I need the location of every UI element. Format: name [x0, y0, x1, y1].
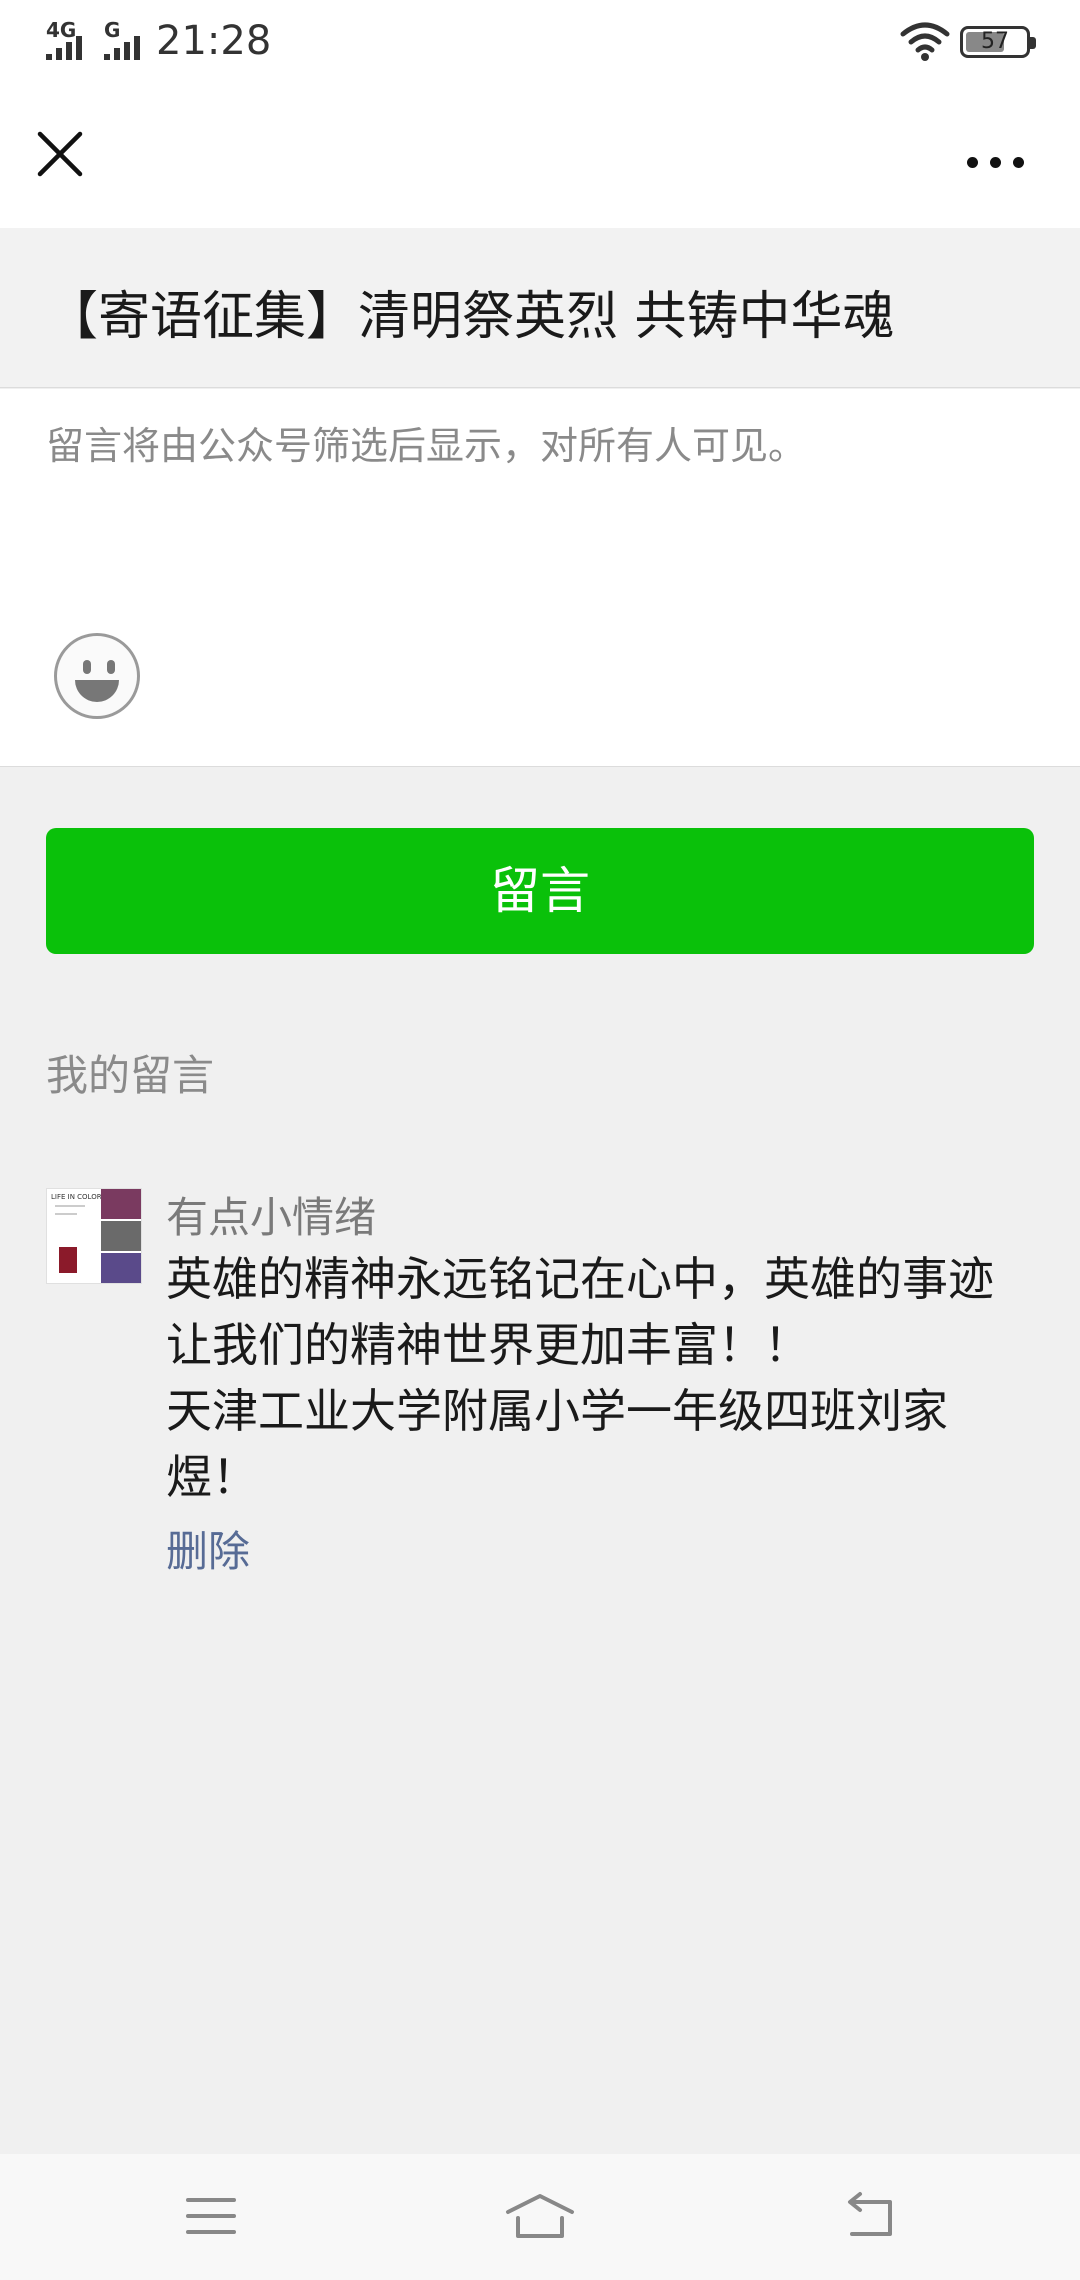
status-time: 21:28 [156, 18, 272, 64]
menu-icon[interactable] [186, 2198, 236, 2238]
delete-comment-link[interactable]: 删除 [166, 1518, 250, 1579]
battery-icon: 57 [960, 26, 1036, 58]
comment-author: 有点小情绪 [166, 1193, 377, 1242]
avatar: LIFE IN COLOR [46, 1188, 142, 1284]
status-bar: 4G G 21:28 57 [0, 0, 1080, 84]
battery-level: 57 [981, 29, 1009, 54]
more-dots-icon[interactable] [960, 142, 1030, 182]
submit-comment-button[interactable]: 留言 [46, 828, 1034, 954]
comment-content: 英雄的精神永远铭记在心中，英雄的事迹让我们的精神世界更加丰富！！ 天津工业大学附… [166, 1252, 994, 1504]
screen: 4G G 21:28 57 【寄语征集】清明祭英烈 共铸中华魂 留言将由公众号筛… [0, 0, 1080, 2280]
page-title: 【寄语征集】清明祭英烈 共铸中华魂 [46, 287, 895, 347]
comment-input-placeholder[interactable]: 留言将由公众号筛选后显示，对所有人可见。 [46, 415, 806, 470]
comment-input-area[interactable]: 留言将由公众号筛选后显示，对所有人可见。 [0, 389, 1080, 767]
signal-g-icon: G [104, 18, 152, 60]
nav-bar [0, 84, 1080, 228]
signal-4g-icon: 4G [46, 18, 98, 60]
title-band: 【寄语征集】清明祭英烈 共铸中华魂 [0, 228, 1080, 388]
back-icon[interactable] [840, 2190, 900, 2244]
close-icon[interactable] [30, 124, 90, 184]
smiley-face-icon[interactable] [54, 633, 140, 719]
wifi-icon [900, 22, 950, 61]
system-nav-bar [0, 2154, 1080, 2280]
home-icon[interactable] [500, 2190, 580, 2244]
my-comments-title: 我的留言 [46, 1051, 215, 1100]
